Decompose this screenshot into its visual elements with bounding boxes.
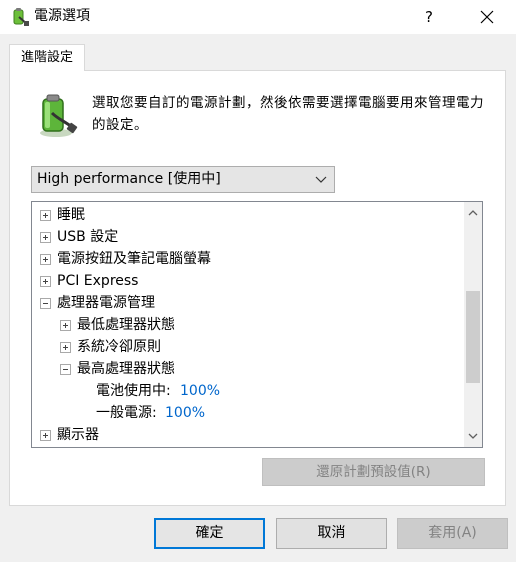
tree-item-label: 系統冷卻原則 <box>77 339 161 355</box>
collapse-icon[interactable] <box>60 364 71 375</box>
tree-item-label: 電源按鈕及筆記電腦螢幕 <box>57 251 211 267</box>
scrollbar-thumb[interactable] <box>466 291 480 383</box>
description-text: 選取您要自訂的電源計劃，然後依需要選擇電腦要用來管理電力的設定。 <box>92 95 484 133</box>
close-icon <box>480 10 494 24</box>
expand-icon[interactable] <box>40 232 51 243</box>
apply-button[interactable]: 套用(A) <box>397 518 508 549</box>
restore-plan-defaults-button[interactable]: 還原計劃預設值(R) <box>262 458 485 486</box>
ok-button[interactable]: 確定 <box>154 518 265 549</box>
help-button[interactable]: ? <box>414 3 444 31</box>
vertical-scrollbar[interactable] <box>464 202 482 447</box>
setting-label: 一般電源: <box>96 405 157 421</box>
expand-icon[interactable] <box>60 320 71 331</box>
scroll-up-button[interactable] <box>464 204 482 222</box>
battery-icon <box>34 93 78 139</box>
window-title: 電源選項 <box>34 8 90 24</box>
chevron-up-icon <box>468 210 478 216</box>
expand-icon[interactable] <box>40 254 51 265</box>
setting-value-link[interactable]: 100% <box>180 380 220 402</box>
tree-item-label: 睡眠 <box>57 207 85 223</box>
power-options-app-icon <box>10 7 30 27</box>
collapse-icon[interactable] <box>40 298 51 309</box>
chevron-down-icon <box>315 176 327 183</box>
power-plan-select-value: High performance [使用中] <box>37 171 221 187</box>
chevron-down-icon <box>468 433 478 439</box>
tree-item-label: PCI Express <box>57 273 139 289</box>
tab-advanced-settings[interactable]: 進階設定 <box>9 44 85 71</box>
tree-item-label: USB 設定 <box>57 229 119 245</box>
scroll-down-button[interactable] <box>464 427 482 445</box>
expand-icon[interactable] <box>60 342 71 353</box>
tree-item-label: 處理器電源管理 <box>57 295 155 311</box>
close-button[interactable] <box>470 3 504 31</box>
settings-tree[interactable]: 睡眠 USB 設定 電源按鈕及筆記電腦螢幕 PCI Express 處理器電源管… <box>31 201 483 448</box>
setting-value-link[interactable]: 100% <box>165 402 205 424</box>
setting-label: 電池使用中: <box>96 383 171 399</box>
expand-icon[interactable] <box>40 276 51 287</box>
expand-icon[interactable] <box>40 430 51 441</box>
tree-item-label: 最高處理器狀態 <box>77 361 175 377</box>
expand-icon[interactable] <box>40 210 51 221</box>
tree-item-label: 顯示器 <box>57 427 99 443</box>
power-plan-select[interactable]: High performance [使用中] <box>31 166 335 193</box>
tree-item-label: 最低處理器狀態 <box>77 317 175 333</box>
cancel-button[interactable]: 取消 <box>276 518 387 549</box>
